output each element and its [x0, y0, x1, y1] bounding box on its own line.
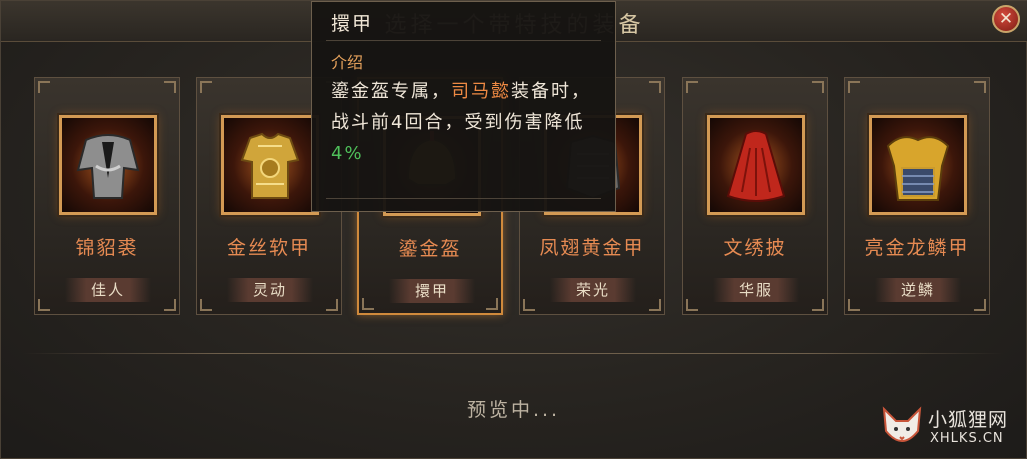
skill-tag: 佳人 [65, 278, 151, 302]
card-corner [649, 81, 661, 93]
fur-robe-icon [59, 115, 157, 215]
card-corner [38, 299, 50, 311]
equipment-select-dialog: 选择一个带特技的装备 ✕ 锦貂裘 佳人 金丝软甲 [0, 0, 1027, 459]
desc-text: 鎏金盔专属， [331, 81, 451, 102]
card-corner [848, 81, 860, 93]
card-corner [649, 299, 661, 311]
red-cape-icon [707, 115, 805, 215]
site-watermark: 小狐狸网 XHLKS.CN [880, 401, 1020, 455]
skill-tooltip: 擐甲 介绍 鎏金盔专属，司马懿装备时，战斗前4回合，受到伤害降低4% [311, 1, 616, 212]
card-corner [812, 299, 824, 311]
skill-tag: 华服 [713, 278, 799, 302]
item-name: 鎏金盔 [398, 238, 462, 260]
dragon-scale-armor-icon [869, 115, 967, 215]
item-name: 文绣披 [723, 237, 787, 259]
card-corner [686, 81, 698, 93]
hero-name-highlight: 司马懿 [451, 81, 511, 102]
tooltip-description: 鎏金盔专属，司马懿装备时，战斗前4回合，受到伤害降低4% [331, 76, 603, 169]
skill-tag: 擐甲 [389, 279, 475, 303]
card-corner [848, 299, 860, 311]
card-corner [164, 299, 176, 311]
card-corner [38, 81, 50, 93]
card-corner [523, 299, 535, 311]
value-highlight: 4% [331, 143, 364, 164]
tooltip-divider [326, 198, 601, 199]
preview-status: 预览中... [466, 399, 561, 421]
item-name: 亮金龙鳞甲 [864, 237, 970, 259]
golden-soft-armor-icon [221, 115, 319, 215]
skill-tag: 灵动 [227, 278, 313, 302]
watermark-en: XHLKS.CN [930, 431, 1004, 446]
divider [23, 353, 1004, 354]
card-corner [164, 81, 176, 93]
item-name: 金丝软甲 [226, 237, 311, 259]
fox-logo-icon [882, 406, 922, 442]
tooltip-divider [326, 40, 601, 41]
card-corner [362, 298, 374, 310]
tooltip-intro-label: 介绍 [331, 53, 364, 72]
skill-tag: 荣光 [550, 278, 636, 302]
card-corner [200, 81, 212, 93]
close-button[interactable]: ✕ [992, 5, 1020, 33]
tooltip-title: 擐甲 [331, 13, 374, 35]
equipment-card[interactable]: 亮金龙鳞甲 逆鳞 [844, 77, 990, 315]
card-corner [812, 81, 824, 93]
card-corner [974, 81, 986, 93]
item-name: 凤翅黄金甲 [539, 237, 645, 259]
card-corner [200, 299, 212, 311]
equipment-card[interactable]: 锦貂裘 佳人 [34, 77, 180, 315]
card-corner [486, 298, 498, 310]
card-corner [686, 299, 698, 311]
item-name: 锦貂裘 [75, 237, 139, 259]
watermark-cn: 小狐狸网 [928, 409, 1009, 431]
card-corner [974, 299, 986, 311]
card-corner [326, 299, 338, 311]
skill-tag: 逆鳞 [875, 278, 961, 302]
equipment-card[interactable]: 文绣披 华服 [682, 77, 828, 315]
